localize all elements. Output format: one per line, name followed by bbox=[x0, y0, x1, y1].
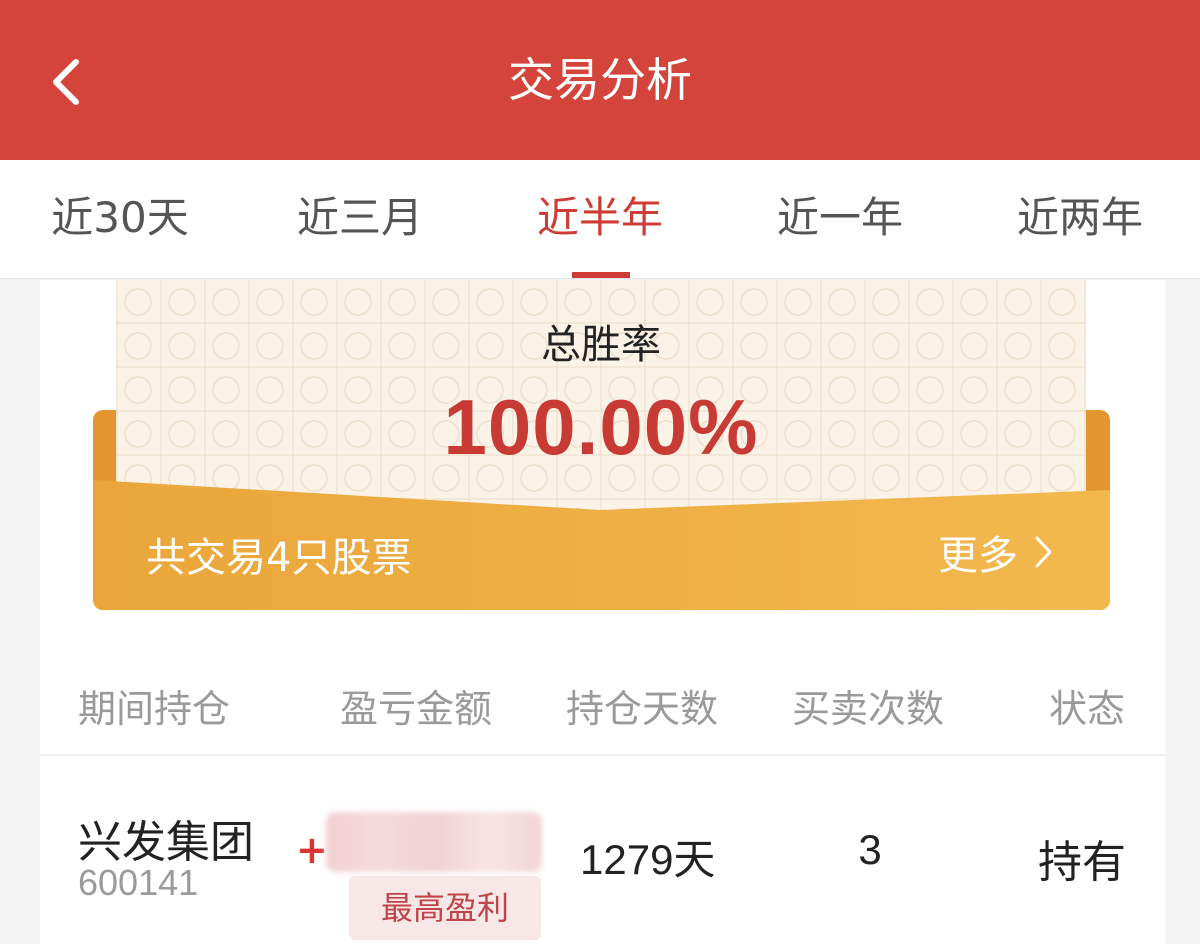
column-header-position: 期间持仓 bbox=[78, 687, 231, 731]
more-label: 更多 bbox=[938, 533, 1018, 579]
top-bar: 交易分析 bbox=[0, 0, 1200, 160]
trade-count: 3 bbox=[858, 826, 882, 873]
stock-code: 600141 bbox=[78, 862, 199, 903]
holding-days: 1279天 bbox=[580, 836, 716, 883]
column-header-pnl: 盈亏金额 bbox=[340, 687, 493, 731]
top-profit-badge: 最高盈利 bbox=[349, 876, 541, 940]
pnl-amount-blurred bbox=[326, 812, 542, 872]
win-rate-label: 总胜率 bbox=[541, 322, 661, 368]
column-header-days: 持仓天数 bbox=[566, 687, 719, 731]
holding-status: 持有 bbox=[1038, 837, 1126, 888]
pnl-sign: + bbox=[296, 828, 328, 872]
tab-half-year[interactable]: 近半年 bbox=[480, 160, 720, 278]
more-link[interactable]: 更多 bbox=[938, 525, 1054, 579]
trade-count-text: 共交易4只股票 bbox=[146, 535, 412, 581]
column-header-trades: 买卖次数 bbox=[792, 687, 945, 731]
tab-1-year[interactable]: 近一年 bbox=[720, 160, 960, 278]
chevron-right-icon bbox=[1035, 536, 1052, 568]
tab-3-months[interactable]: 近三月 bbox=[240, 160, 480, 278]
period-tabs: 近30天 近三月 近半年 近一年 近两年 bbox=[0, 160, 1200, 279]
stock-name: 兴发集团 bbox=[78, 817, 254, 868]
win-rate-value: 100.00% bbox=[443, 383, 759, 471]
column-header-status: 状态 bbox=[1049, 687, 1126, 731]
active-tab-indicator bbox=[572, 272, 630, 278]
tab-30-days[interactable]: 近30天 bbox=[0, 160, 240, 278]
table-divider bbox=[40, 754, 1165, 756]
tab-2-years[interactable]: 近两年 bbox=[960, 160, 1200, 278]
page-title: 交易分析 bbox=[508, 53, 692, 107]
